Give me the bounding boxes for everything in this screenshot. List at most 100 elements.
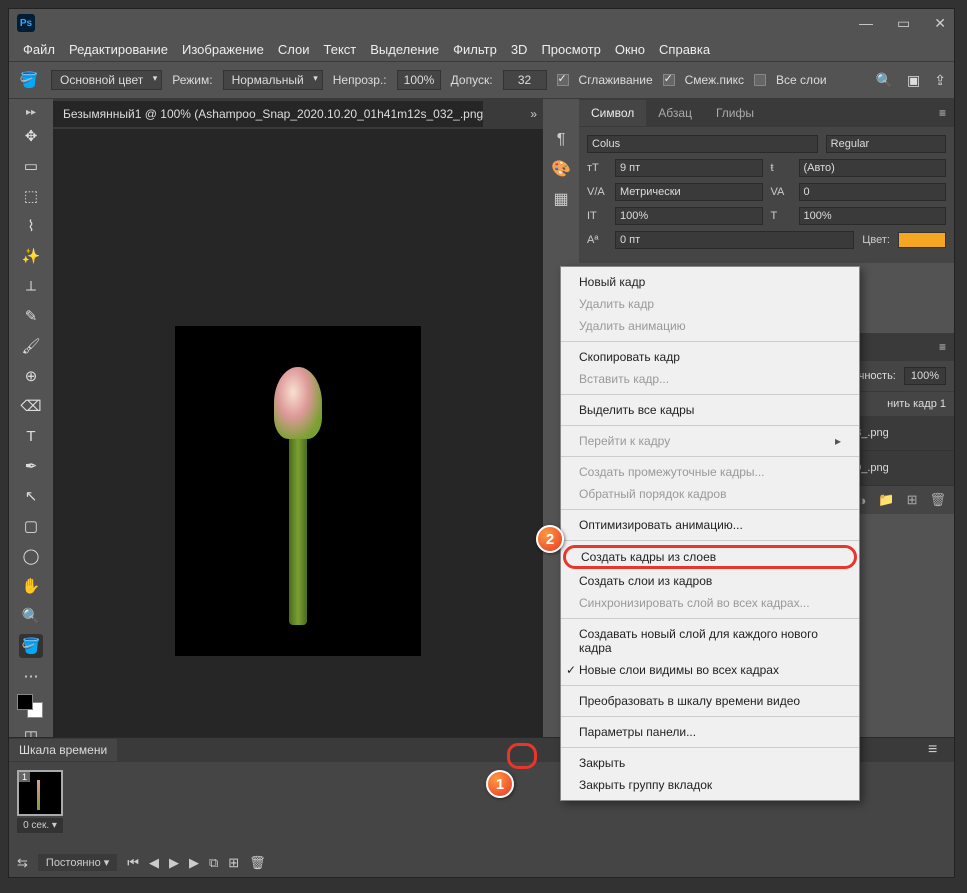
menu-new-layer-each-frame[interactable]: Создавать новый слой для каждого нового …	[561, 623, 859, 659]
lasso-tool-icon[interactable]: ⌇	[19, 214, 43, 238]
delete-layer-icon[interactable]: 🗑	[929, 492, 946, 508]
font-size-input[interactable]: 9 пт	[615, 159, 763, 177]
menu-new-frame[interactable]: Новый кадр	[561, 271, 859, 293]
document-tab[interactable]: Безымянный1 @ 100% (Ashampoo_Snap_2020.1…	[53, 101, 483, 127]
layers-panel-menu-icon[interactable]: ≡	[931, 340, 954, 354]
font-style-select[interactable]: Regular	[826, 135, 946, 153]
maximize-icon[interactable]: ▭	[897, 15, 910, 32]
baseline-input[interactable]: 0 пт	[615, 231, 854, 249]
zoom-tool-icon[interactable]: 🔍	[19, 604, 43, 628]
next-frame-icon[interactable]: ▶	[189, 855, 199, 871]
color-panel-icon[interactable]: 🎨	[551, 159, 571, 179]
text-color-swatch[interactable]	[898, 232, 946, 248]
font-family-select[interactable]: Colus	[587, 135, 818, 153]
fill-source-select[interactable]: Основной цвет	[51, 70, 162, 90]
stamp-tool-icon[interactable]: ⊕	[19, 364, 43, 388]
frame-thumbnail[interactable]	[17, 770, 63, 816]
panel-menu-icon[interactable]: ≡	[931, 106, 954, 120]
propagate-label: нить кадр 1	[887, 398, 946, 410]
brush-tool-icon[interactable]: 🖌	[19, 334, 43, 358]
tab-glyphs[interactable]: Глифы	[704, 100, 766, 126]
path-select-tool-icon[interactable]: ↖	[19, 484, 43, 508]
expand-tabs-icon[interactable]: »	[524, 107, 543, 121]
timeline-menu-icon[interactable]: ≡	[928, 741, 946, 759]
opacity-input[interactable]: 100%	[397, 70, 441, 90]
layer-opacity-input[interactable]: 100%	[904, 367, 946, 385]
menu-make-frames-from-layers[interactable]: Создать кадры из слоев	[563, 545, 857, 569]
menu-copy-frame[interactable]: Скопировать кадр	[561, 346, 859, 368]
bucket-tool-icon-2[interactable]: 🪣	[19, 634, 43, 658]
delete-frame-icon[interactable]: 🗑	[249, 855, 266, 871]
rectangle-tool-icon[interactable]: ▢	[19, 514, 43, 538]
antialias-checkbox[interactable]	[557, 74, 569, 86]
new-layer-icon[interactable]: ⊞	[907, 492, 918, 508]
move-tool-icon[interactable]: ✥	[19, 124, 43, 148]
menu-new-layers-visible[interactable]: Новые слои видимы во всех кадрах	[561, 659, 859, 681]
menu-file[interactable]: Файл	[23, 42, 55, 57]
close-window-icon[interactable]: ✕	[934, 15, 946, 32]
artboard-tool-icon[interactable]: ▭	[19, 154, 43, 178]
menu-view[interactable]: Просмотр	[541, 42, 600, 57]
menu-optimize-animation[interactable]: Оптимизировать анимацию...	[561, 514, 859, 536]
menu-help[interactable]: Справка	[659, 42, 710, 57]
loop-icon[interactable]: ⇆	[17, 855, 28, 871]
menu-3d[interactable]: 3D	[511, 42, 528, 57]
menu-convert-video-timeline[interactable]: Преобразовать в шкалу времени видео	[561, 690, 859, 712]
play-icon[interactable]: ▶	[169, 855, 179, 871]
first-frame-icon[interactable]: ⏮	[127, 855, 139, 871]
menu-image[interactable]: Изображение	[182, 42, 264, 57]
menu-close[interactable]: Закрыть	[561, 752, 859, 774]
menu-select[interactable]: Выделение	[370, 42, 439, 57]
magic-wand-tool-icon[interactable]: ✨	[19, 244, 43, 268]
flower-image	[289, 425, 307, 625]
crop-tool-icon[interactable]: ⟂	[19, 274, 43, 298]
share-icon[interactable]: ⇪	[934, 72, 946, 89]
edit-toolbar-icon[interactable]: ⋯	[19, 664, 43, 688]
document-tab-title: Безымянный1 @ 100% (Ashampoo_Snap_2020.1…	[63, 107, 483, 121]
frame-delay[interactable]: 0 сек. ▾	[17, 818, 63, 833]
tab-character[interactable]: Символ	[579, 100, 646, 126]
menu-flatten-frames[interactable]: Создать слои из кадров	[561, 570, 859, 592]
all-layers-checkbox[interactable]	[754, 74, 766, 86]
leading-input[interactable]: (Авто)	[799, 159, 947, 177]
vscale-input[interactable]: 100%	[615, 207, 763, 225]
contiguous-checkbox[interactable]	[663, 74, 675, 86]
menu-select-all-frames[interactable]: Выделить все кадры	[561, 399, 859, 421]
pen-tool-icon[interactable]: ✒	[19, 454, 43, 478]
prev-frame-icon[interactable]: ◀	[149, 855, 159, 871]
layer-group-icon[interactable]: 📁	[878, 492, 894, 508]
search-icon[interactable]: 🔍	[876, 72, 893, 89]
eraser-tool-icon[interactable]: ⌫	[19, 394, 43, 418]
frame-icon[interactable]: ▣	[907, 72, 920, 89]
hscale-input[interactable]: 100%	[799, 207, 947, 225]
menu-edit[interactable]: Редактирование	[69, 42, 168, 57]
frame-item[interactable]: 0 сек. ▾	[17, 770, 63, 833]
color-picker-label: Цвет:	[862, 234, 890, 246]
timeline-tab[interactable]: Шкала времени	[9, 739, 117, 761]
minimize-icon[interactable]: —	[859, 15, 873, 32]
menu-close-tab-group[interactable]: Закрыть группу вкладок	[561, 774, 859, 796]
menu-window[interactable]: Окно	[615, 42, 645, 57]
tween-icon[interactable]: ⧉	[209, 855, 218, 871]
paragraph-styles-icon[interactable]: ¶	[557, 131, 566, 149]
ellipse-tool-icon[interactable]: ◯	[19, 544, 43, 568]
color-swatch[interactable]	[17, 694, 45, 718]
eyedropper-tool-icon[interactable]: ✎	[19, 304, 43, 328]
menu-layer[interactable]: Слои	[278, 42, 310, 57]
mode-select[interactable]: Нормальный	[223, 70, 323, 90]
kerning-input[interactable]: Метрически	[615, 183, 763, 201]
repeat-select[interactable]: Постоянно ▾	[38, 854, 117, 871]
tolerance-input[interactable]: 32	[503, 70, 547, 90]
canvas[interactable]	[175, 326, 421, 656]
tab-paragraph[interactable]: Абзац	[646, 100, 704, 126]
tracking-input[interactable]: 0	[799, 183, 947, 201]
type-tool-icon[interactable]: T	[19, 424, 43, 448]
menu-filter[interactable]: Фильтр	[453, 42, 497, 57]
duplicate-frame-icon[interactable]: ⊞	[228, 855, 239, 871]
bucket-tool-icon[interactable]: 🪣	[17, 68, 41, 92]
swatches-panel-icon[interactable]: ▦	[553, 189, 568, 209]
marquee-tool-icon[interactable]: ⬚	[19, 184, 43, 208]
hand-tool-icon[interactable]: ✋	[19, 574, 43, 598]
menu-type[interactable]: Текст	[324, 42, 357, 57]
menu-panel-options[interactable]: Параметры панели...	[561, 721, 859, 743]
